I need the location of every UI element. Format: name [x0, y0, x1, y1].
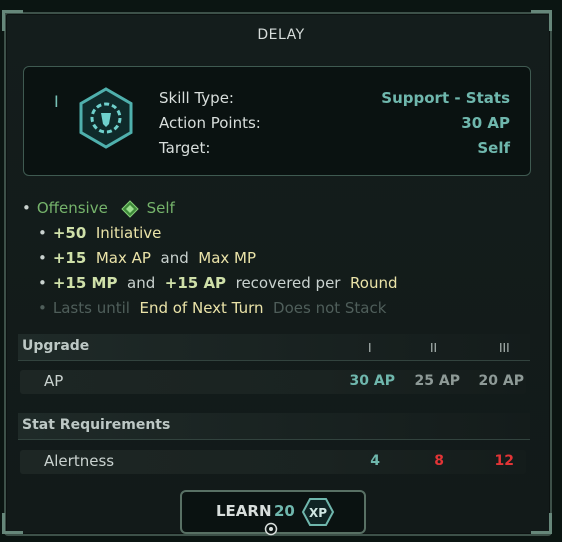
action-points-label: Action Points: — [159, 114, 261, 132]
requirement-label: Alertness — [44, 452, 115, 470]
panel-corner-ornament — [2, 513, 23, 534]
upgrade-rank-1-value: 30 AP — [349, 373, 395, 389]
rank-1-label: I — [368, 341, 372, 355]
effect-header: • Offensive Self — [22, 199, 175, 218]
skill-title: DELAY — [257, 27, 305, 43]
max-and-text: and — [160, 249, 189, 267]
target-label: Target: — [159, 139, 211, 157]
effect-recover: • +15 MP and +15 AP recovered per Round — [38, 274, 398, 292]
target-value: Self — [477, 139, 510, 157]
upgrade-row-label: AP — [44, 372, 64, 390]
duration-prefix: Lasts until — [52, 299, 130, 317]
skill-rank: I — [54, 92, 59, 111]
upgrade-ap-row: AP 30 AP 25 AP 20 AP — [20, 370, 526, 394]
xp-currency-label: XP — [309, 506, 327, 520]
max-stats-amount: +15 — [52, 249, 87, 267]
skill-type-value: Support - Stats — [381, 89, 510, 107]
gamepad-button-icon — [264, 522, 278, 536]
recover-text: recovered per — [235, 274, 341, 292]
recover-unit: Round — [350, 274, 398, 292]
requirements-header: Stat Requirements — [18, 413, 530, 440]
upgrade-header: Upgrade I II III — [18, 334, 530, 361]
skill-type-label: Skill Type: — [159, 89, 234, 107]
learn-cost: 20 — [274, 502, 295, 520]
learn-label: LEARN — [216, 502, 272, 520]
upgrade-rank-3-value: 20 AP — [478, 373, 524, 389]
requirement-rank-1-value: 4 — [370, 453, 380, 469]
requirement-rank-2-value: 8 — [434, 453, 444, 469]
max-mp-label: Max MP — [198, 249, 257, 267]
effect-type: Offensive — [36, 199, 108, 217]
effect-duration: • Lasts until End of Next Turn Does not S… — [38, 299, 387, 317]
panel-corner-ornament — [531, 513, 552, 534]
xp-icon: XP — [301, 498, 335, 526]
alertness-row: Alertness 4 8 12 — [20, 450, 526, 474]
recover-and-text: and — [127, 274, 156, 292]
effect-initiative: • +50 Initiative — [38, 224, 162, 242]
action-points-value: 30 AP — [461, 114, 510, 132]
recover-mp-amount: +15 MP — [52, 274, 118, 292]
rank-2-label: II — [430, 341, 438, 355]
upgrade-rank-2-value: 25 AP — [414, 373, 460, 389]
rank-3-label: III — [499, 341, 510, 355]
max-ap-label: Max AP — [95, 249, 151, 267]
duration-value: End of Next Turn — [139, 299, 264, 317]
initiative-label: Initiative — [95, 224, 162, 242]
requirements-title: Stat Requirements — [22, 417, 171, 433]
effect-max-stats: • +15 Max AP and Max MP — [38, 249, 257, 267]
duration-suffix: Does not Stack — [273, 299, 387, 317]
requirement-rank-3-value: 12 — [494, 453, 514, 469]
upgrade-title: Upgrade — [22, 338, 90, 354]
recover-ap-amount: +15 AP — [164, 274, 227, 292]
shield-chain-icon — [79, 87, 133, 149]
initiative-amount: +50 — [52, 224, 87, 242]
green-diamond-icon — [120, 199, 139, 218]
effect-target: Self — [146, 199, 175, 217]
